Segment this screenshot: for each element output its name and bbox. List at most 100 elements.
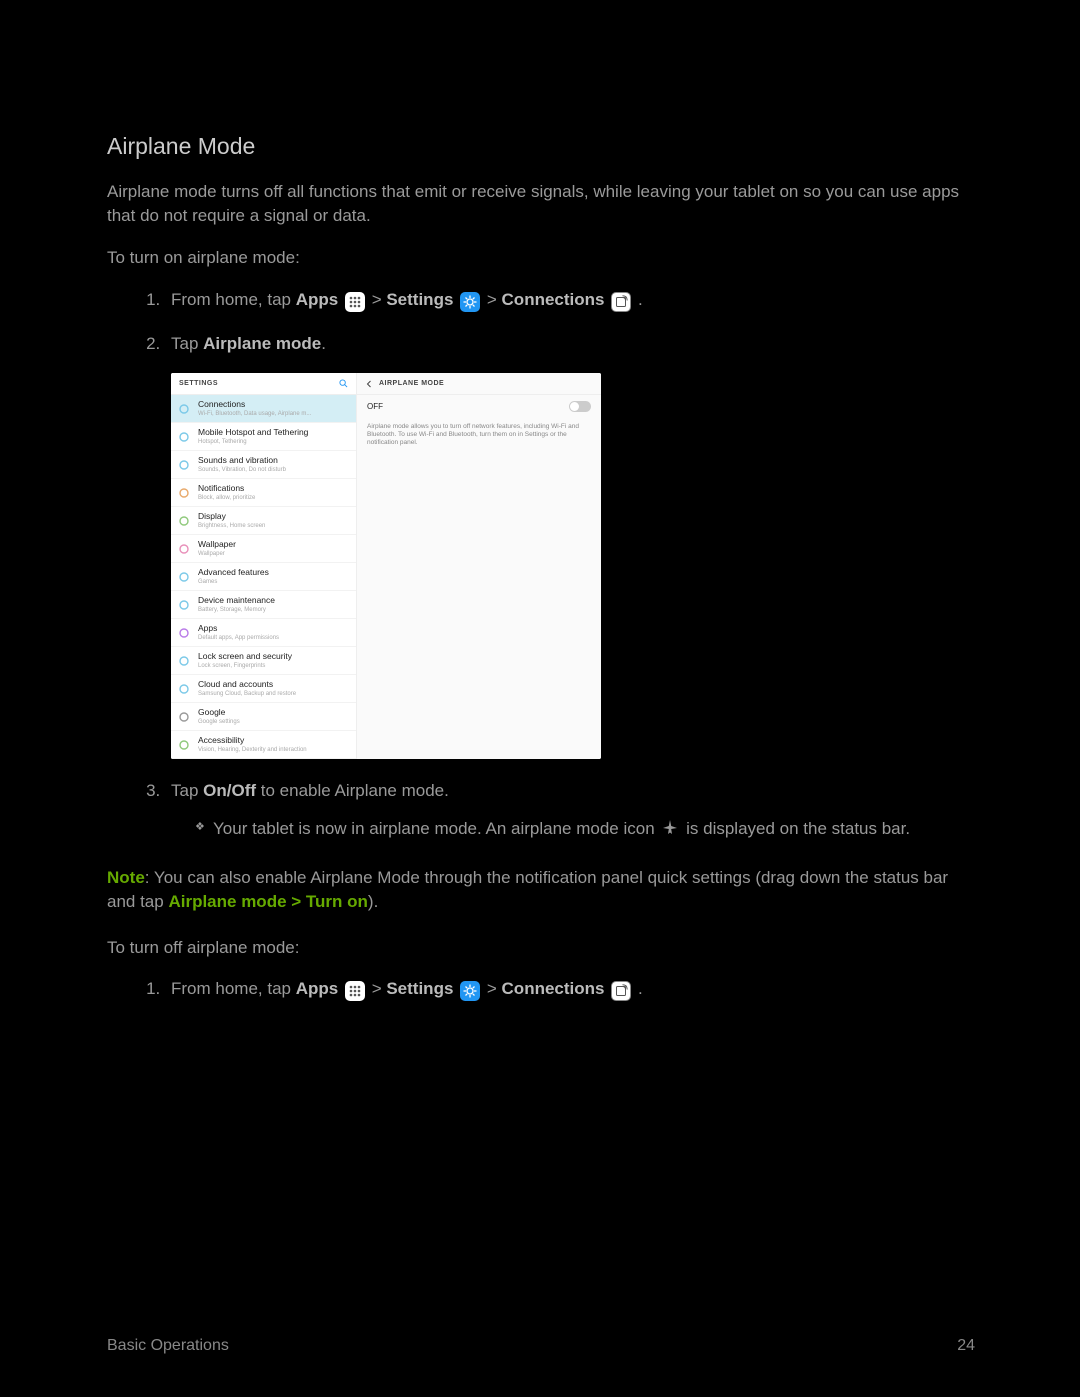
intro-paragraph: Airplane mode turns off all functions th… xyxy=(107,180,975,228)
row-subtitle: Hotspot, Tethering xyxy=(198,439,348,446)
screenshot-row: Advanced features Games xyxy=(171,563,356,591)
screenshot-row: Wallpaper Wallpaper xyxy=(171,535,356,563)
row-subtitle: Default apps, App permissions xyxy=(198,635,348,642)
screenshot-row: Display Brightness, Home screen xyxy=(171,507,356,535)
step-1: From home, tap Apps > Settings > Connect… xyxy=(165,288,975,312)
row-title: Notifications xyxy=(198,484,348,493)
apps-icon xyxy=(345,292,365,312)
back-icon xyxy=(365,380,373,388)
apps-label: Apps xyxy=(296,290,339,309)
off-connections-label: Connections xyxy=(502,979,605,998)
to-turn-off-label: To turn off airplane mode: xyxy=(107,936,975,960)
row-title: Accessibility xyxy=(198,736,348,745)
to-turn-on-label: To turn on airplane mode: xyxy=(107,246,975,270)
step-2: Tap Airplane mode. SETTINGS Connections W… xyxy=(165,332,975,760)
screenshot-description: Airplane mode allows you to turn off net… xyxy=(357,419,601,452)
connections-icon xyxy=(611,292,631,312)
sub-bullet-pre: Your tablet is now in airplane mode. An … xyxy=(213,819,659,838)
row-icon xyxy=(177,654,191,668)
row-title: Advanced features xyxy=(198,568,348,577)
row-subtitle: Wallpaper xyxy=(198,551,348,558)
note-label: Note xyxy=(107,868,145,887)
step-3-bold: On/Off xyxy=(203,781,256,800)
screenshot-settings-title: SETTINGS xyxy=(179,379,339,389)
row-subtitle: Samsung Cloud, Backup and restore xyxy=(198,691,348,698)
off-step-1: From home, tap Apps > Settings > Connect… xyxy=(165,977,975,1001)
row-icon xyxy=(177,682,191,696)
screenshot-row: Device maintenance Battery, Storage, Memo… xyxy=(171,591,356,619)
screenshot-detail-pane: AIRPLANE MODE OFF Airplane mode allows y… xyxy=(356,373,601,759)
sep-2: > xyxy=(487,290,502,309)
screenshot-row: Apps Default apps, App permissions xyxy=(171,619,356,647)
off-apps-label: Apps xyxy=(296,979,339,998)
toggle-switch xyxy=(569,401,591,412)
settings-icon xyxy=(460,292,480,312)
row-icon xyxy=(177,402,191,416)
row-subtitle: Google settings xyxy=(198,719,348,726)
search-icon xyxy=(339,379,348,388)
apps-icon xyxy=(345,981,365,1001)
row-icon xyxy=(177,738,191,752)
sep-1: > xyxy=(372,290,387,309)
row-icon xyxy=(177,710,191,724)
screenshot-row: Cloud and accounts Samsung Cloud, Backup … xyxy=(171,675,356,703)
step-1-period: . xyxy=(638,290,643,309)
row-icon xyxy=(177,626,191,640)
off-sep-1: > xyxy=(372,979,387,998)
row-title: Lock screen and security xyxy=(198,652,348,661)
sub-bullet-post: is displayed on the status bar. xyxy=(686,819,910,838)
row-icon xyxy=(177,430,191,444)
screenshot-sidebar-header: SETTINGS xyxy=(171,373,356,395)
row-subtitle: Block, allow, prioritize xyxy=(198,495,348,502)
screenshot-row: Sounds and vibrationSounds, Vibration, D… xyxy=(171,451,356,479)
row-title: Display xyxy=(198,512,348,521)
row-title: Wallpaper xyxy=(198,540,348,549)
row-title: Sounds and vibration xyxy=(198,456,348,465)
row-title: Device maintenance xyxy=(198,596,348,605)
off-step-1-prefix: From home, tap xyxy=(171,979,296,998)
row-icon xyxy=(177,542,191,556)
step-3-pre: Tap xyxy=(171,781,203,800)
row-icon xyxy=(177,458,191,472)
step-2-period: . xyxy=(321,334,326,353)
page-footer: Basic Operations 24 xyxy=(107,1335,975,1357)
airplane-icon xyxy=(661,819,679,844)
row-title: Apps xyxy=(198,624,348,633)
row-title: Mobile Hotspot and Tethering xyxy=(198,428,348,437)
note-end: ). xyxy=(368,892,378,911)
row-title: Google xyxy=(198,708,348,717)
row-title: Connections xyxy=(198,400,348,409)
screenshot-row: Connections Wi-Fi, Bluetooth, Data usage,… xyxy=(171,395,356,423)
row-icon xyxy=(177,514,191,528)
screenshot-sidebar: SETTINGS Connections Wi-Fi, Bluetooth, Da… xyxy=(171,373,356,759)
row-subtitle: Battery, Storage, Memory xyxy=(198,607,348,614)
screenshot-detail-header: AIRPLANE MODE xyxy=(357,373,601,395)
settings-screenshot: SETTINGS Connections Wi-Fi, Bluetooth, Da… xyxy=(171,373,601,759)
row-icon xyxy=(177,570,191,584)
row-subtitle: Games xyxy=(198,579,348,586)
connections-label: Connections xyxy=(502,290,605,309)
row-subtitle: Lock screen, Fingerprints xyxy=(198,663,348,670)
row-subtitle: Brightness, Home screen xyxy=(198,523,348,530)
sub-bullet: ❖ Your tablet is now in airplane mode. A… xyxy=(195,817,975,844)
note-paragraph: Note: You can also enable Airplane Mode … xyxy=(107,866,975,914)
screenshot-row: Mobile Hotspot and Tethering Hotspot, Tet… xyxy=(171,423,356,451)
row-title: Cloud and accounts xyxy=(198,680,348,689)
step-2-bold: Airplane mode xyxy=(203,334,321,353)
screenshot-row: Accessibility Vision, Hearing, Dexterity … xyxy=(171,731,356,759)
step-3-post: to enable Airplane mode. xyxy=(256,781,449,800)
step-1-prefix: From home, tap xyxy=(171,290,296,309)
screenshot-row: Google Google settings xyxy=(171,703,356,731)
row-icon xyxy=(177,486,191,500)
off-step-1-period: . xyxy=(638,979,643,998)
row-subtitle: Vision, Hearing, Dexterity and interacti… xyxy=(198,747,348,754)
footer-section: Basic Operations xyxy=(107,1335,229,1357)
settings-label: Settings xyxy=(386,290,453,309)
section-title: Airplane Mode xyxy=(107,130,975,162)
step-2-pre: Tap xyxy=(171,334,203,353)
screenshot-airplane-title: AIRPLANE MODE xyxy=(379,379,444,389)
screenshot-row: Lock screen and security Lock screen, Fin… xyxy=(171,647,356,675)
diamond-bullet-icon: ❖ xyxy=(195,820,205,835)
row-subtitle: Wi-Fi, Bluetooth, Data usage, Airplane m… xyxy=(198,411,348,418)
footer-page-number: 24 xyxy=(957,1335,975,1357)
